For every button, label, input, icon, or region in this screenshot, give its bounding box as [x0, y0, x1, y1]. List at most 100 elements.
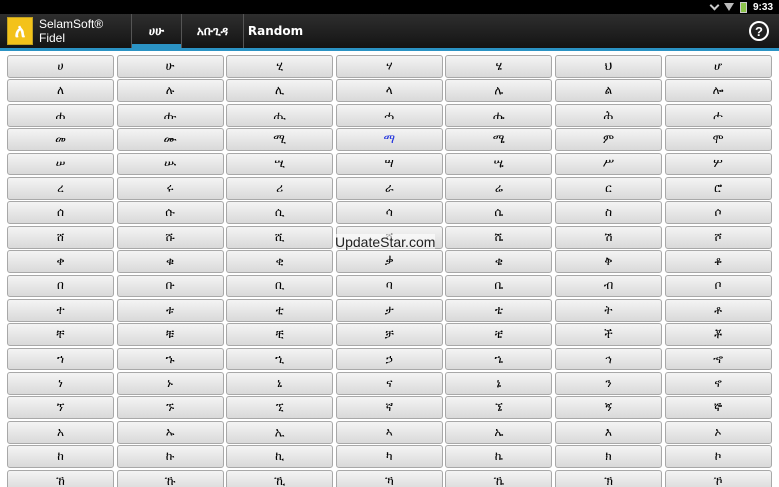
- tab-hahu[interactable]: ሀሁ: [131, 14, 181, 48]
- fidel-button[interactable]: ሂ: [226, 55, 334, 78]
- fidel-button[interactable]: ሑ: [116, 103, 224, 127]
- fidel-button[interactable]: ቆ: [664, 250, 772, 273]
- fidel-button[interactable]: ሱ: [116, 201, 224, 225]
- fidel-button[interactable]: ቤ: [445, 274, 553, 298]
- fidel-button[interactable]: ባ: [335, 274, 443, 298]
- fidel-button[interactable]: ኮ: [664, 445, 772, 469]
- fidel-button[interactable]: ሃ: [335, 55, 443, 78]
- fidel-button[interactable]: ኢ: [226, 420, 334, 444]
- fidel-button[interactable]: ቀ: [7, 250, 114, 273]
- fidel-button[interactable]: ኖ: [664, 372, 772, 395]
- fidel-button[interactable]: ቹ: [116, 323, 224, 347]
- fidel-button[interactable]: ኼ: [445, 469, 553, 487]
- fidel-button[interactable]: ም: [554, 128, 662, 151]
- fidel-button[interactable]: ኡ: [116, 420, 224, 444]
- fidel-button[interactable]: ኩ: [116, 445, 224, 469]
- tab-random[interactable]: Random: [243, 14, 307, 48]
- fidel-button[interactable]: ሺ: [226, 225, 334, 249]
- fidel-button[interactable]: ኃ: [335, 347, 443, 371]
- fidel-button[interactable]: ታ: [335, 298, 443, 322]
- fidel-button[interactable]: ሡ: [116, 152, 224, 176]
- fidel-button[interactable]: ቴ: [445, 298, 553, 322]
- fidel-button[interactable]: በ: [7, 274, 114, 298]
- fidel-button[interactable]: ኾ: [664, 469, 772, 487]
- fidel-button[interactable]: ት: [554, 298, 662, 322]
- fidel-button[interactable]: ሸ: [7, 225, 114, 249]
- fidel-button[interactable]: ቢ: [226, 274, 334, 298]
- fidel-button[interactable]: ሓ: [335, 103, 443, 127]
- fidel-button[interactable]: ቡ: [116, 274, 224, 298]
- fidel-button[interactable]: ኚ: [226, 396, 334, 420]
- fidel-button[interactable]: ኻ: [335, 469, 443, 487]
- fidel-button[interactable]: ሽ: [554, 225, 662, 249]
- fidel-button[interactable]: ሁ: [116, 55, 224, 78]
- fidel-button[interactable]: ሻ: [335, 225, 443, 249]
- fidel-button[interactable]: ሒ: [226, 103, 334, 127]
- fidel-button[interactable]: ኹ: [116, 469, 224, 487]
- fidel-button[interactable]: ኂ: [226, 347, 334, 371]
- fidel-button[interactable]: ኄ: [445, 347, 553, 371]
- fidel-button[interactable]: ሔ: [445, 103, 553, 127]
- fidel-button[interactable]: ሲ: [226, 201, 334, 225]
- fidel-button[interactable]: ሊ: [226, 79, 334, 103]
- tab-abugida[interactable]: አቡጊዳ: [181, 14, 243, 48]
- fidel-button[interactable]: እ: [554, 420, 662, 444]
- fidel-button[interactable]: ኽ: [554, 469, 662, 487]
- fidel-button[interactable]: ቼ: [445, 323, 553, 347]
- fidel-button[interactable]: ክ: [554, 445, 662, 469]
- fidel-button[interactable]: አ: [7, 420, 114, 444]
- fidel-button[interactable]: ኤ: [445, 420, 553, 444]
- fidel-button[interactable]: ማ: [335, 128, 443, 151]
- fidel-button[interactable]: ብ: [554, 274, 662, 298]
- fidel-button[interactable]: ሢ: [226, 152, 334, 176]
- fidel-button[interactable]: ራ: [335, 176, 443, 200]
- fidel-button[interactable]: ኘ: [7, 396, 114, 420]
- fidel-button[interactable]: ሪ: [226, 176, 334, 200]
- fidel-button[interactable]: ና: [335, 372, 443, 395]
- fidel-button[interactable]: ሎ: [664, 79, 772, 103]
- fidel-button[interactable]: ከ: [7, 445, 114, 469]
- fidel-button[interactable]: ል: [554, 79, 662, 103]
- fidel-button[interactable]: ሶ: [664, 201, 772, 225]
- fidel-button[interactable]: ር: [554, 176, 662, 200]
- fidel-button[interactable]: ስ: [554, 201, 662, 225]
- fidel-button[interactable]: ኬ: [445, 445, 553, 469]
- fidel-button[interactable]: ኜ: [445, 396, 553, 420]
- fidel-button[interactable]: ቺ: [226, 323, 334, 347]
- fidel-button[interactable]: መ: [7, 128, 114, 151]
- fidel-button[interactable]: ኦ: [664, 420, 772, 444]
- fidel-button[interactable]: ኁ: [116, 347, 224, 371]
- fidel-button[interactable]: ች: [554, 323, 662, 347]
- fidel-button[interactable]: ሰ: [7, 201, 114, 225]
- fidel-button[interactable]: ህ: [554, 55, 662, 78]
- fidel-button[interactable]: ሄ: [445, 55, 553, 78]
- fidel-button[interactable]: ቸ: [7, 323, 114, 347]
- fidel-button[interactable]: ሹ: [116, 225, 224, 249]
- fidel-button[interactable]: ቻ: [335, 323, 443, 347]
- fidel-button[interactable]: ሳ: [335, 201, 443, 225]
- fidel-button[interactable]: ሠ: [7, 152, 114, 176]
- fidel-button[interactable]: ሼ: [445, 225, 553, 249]
- fidel-button[interactable]: ሙ: [116, 128, 224, 151]
- fidel-button[interactable]: ሕ: [554, 103, 662, 127]
- fidel-button[interactable]: ኞ: [664, 396, 772, 420]
- fidel-button[interactable]: ቅ: [554, 250, 662, 273]
- fidel-button[interactable]: ኀ: [7, 347, 114, 371]
- fidel-button[interactable]: ሤ: [445, 152, 553, 176]
- fidel-button[interactable]: ሥ: [554, 152, 662, 176]
- fidel-button[interactable]: ሌ: [445, 79, 553, 103]
- fidel-button[interactable]: ሩ: [116, 176, 224, 200]
- fidel-button[interactable]: ቱ: [116, 298, 224, 322]
- fidel-button[interactable]: ነ: [7, 372, 114, 395]
- fidel-button[interactable]: ተ: [7, 298, 114, 322]
- help-button[interactable]: ?: [749, 21, 769, 41]
- fidel-button[interactable]: ኺ: [226, 469, 334, 487]
- fidel-button[interactable]: ኣ: [335, 420, 443, 444]
- fidel-button[interactable]: ቦ: [664, 274, 772, 298]
- fidel-button[interactable]: ሾ: [664, 225, 772, 249]
- fidel-button[interactable]: ቄ: [445, 250, 553, 273]
- fidel-button[interactable]: ሆ: [664, 55, 772, 78]
- fidel-button[interactable]: ኔ: [445, 372, 553, 395]
- fidel-button[interactable]: ኆ: [664, 347, 772, 371]
- fidel-button[interactable]: ኒ: [226, 372, 334, 395]
